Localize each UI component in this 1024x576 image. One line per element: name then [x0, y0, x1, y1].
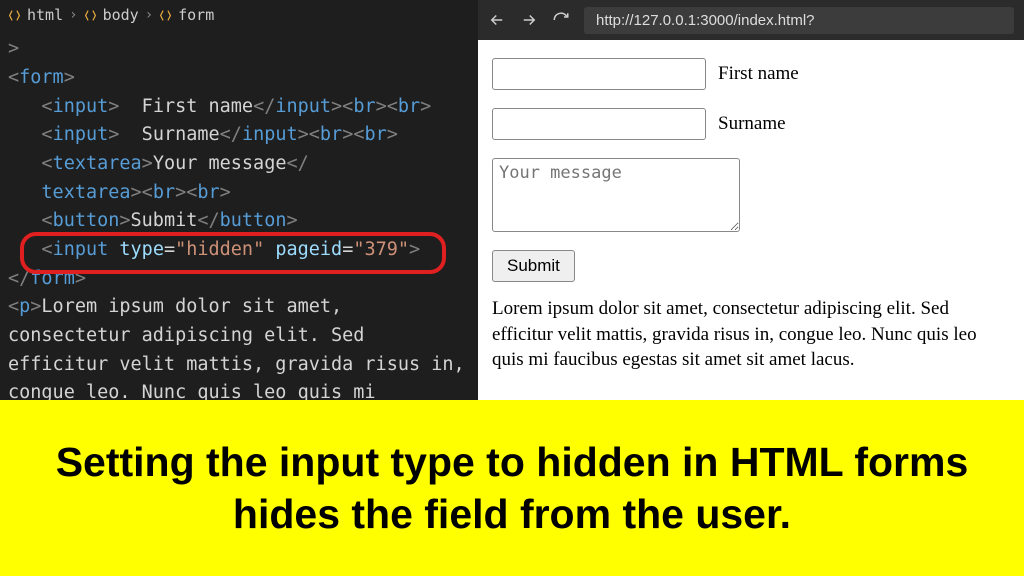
- chevron-right-icon: ›: [145, 5, 153, 27]
- breadcrumb: html › body › form: [0, 0, 478, 31]
- message-textarea[interactable]: [492, 158, 740, 232]
- paragraph-text: Lorem ipsum dolor sit amet, consectetur …: [492, 296, 1010, 373]
- code-block[interactable]: > <form> <input> First name</input><br><…: [0, 31, 478, 400]
- forward-icon[interactable]: [520, 11, 538, 29]
- rendered-page: First name Surname Submit Lorem ipsum do…: [478, 40, 1024, 391]
- breadcrumb-item[interactable]: html: [27, 4, 63, 27]
- url-bar[interactable]: http://127.0.0.1:3000/index.html?: [584, 7, 1014, 34]
- firstname-input[interactable]: [492, 58, 706, 90]
- caption-banner: Setting the input type to hidden in HTML…: [0, 400, 1024, 576]
- brackets-icon: [159, 9, 172, 22]
- browser-preview: http://127.0.0.1:3000/index.html? First …: [478, 0, 1024, 400]
- firstname-label: First name: [718, 63, 799, 85]
- highlighted-line: <input type="hidden" pageid="379">: [0, 236, 478, 265]
- refresh-icon[interactable]: [552, 11, 570, 29]
- browser-toolbar: http://127.0.0.1:3000/index.html?: [478, 0, 1024, 40]
- surname-label: Surname: [718, 113, 786, 135]
- back-icon[interactable]: [488, 11, 506, 29]
- breadcrumb-item[interactable]: body: [103, 4, 139, 27]
- brackets-icon: [84, 9, 97, 22]
- surname-input[interactable]: [492, 108, 706, 140]
- brackets-icon: [8, 9, 21, 22]
- chevron-right-icon: ›: [69, 5, 77, 27]
- submit-button[interactable]: Submit: [492, 250, 575, 282]
- breadcrumb-item[interactable]: form: [178, 4, 214, 27]
- code-editor: html › body › form > <form> <input> Firs…: [0, 0, 478, 400]
- caption-text: Setting the input type to hidden in HTML…: [22, 436, 1002, 541]
